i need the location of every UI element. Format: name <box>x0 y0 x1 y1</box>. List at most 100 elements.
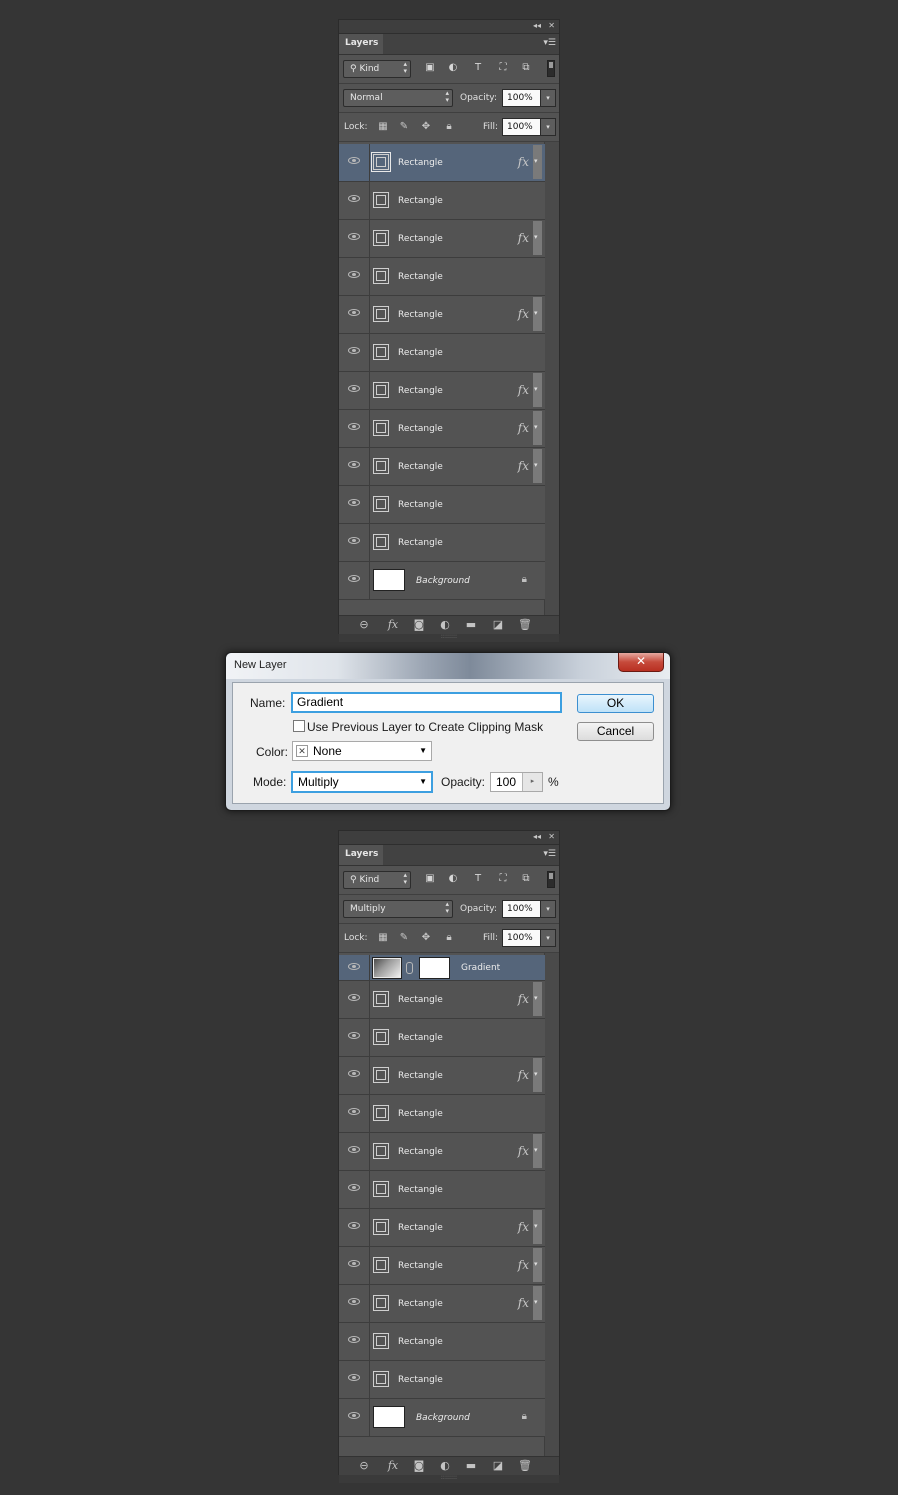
effects-expand-toggle[interactable] <box>533 1058 542 1092</box>
visibility-toggle[interactable] <box>339 1323 370 1360</box>
trash-icon[interactable]: 🗑︎ <box>517 1458 533 1474</box>
layer-name[interactable]: Rectangle <box>398 524 443 562</box>
layer-name[interactable]: Rectangle <box>398 410 443 448</box>
visibility-toggle[interactable] <box>339 562 370 599</box>
visibility-toggle[interactable] <box>339 1361 370 1398</box>
filter-toggle-switch[interactable] <box>547 871 555 888</box>
visibility-toggle[interactable] <box>339 1057 370 1094</box>
trash-icon[interactable]: 🗑︎ <box>517 617 533 633</box>
layer-mask-thumbnail[interactable] <box>419 957 450 979</box>
pixel-filter-icon[interactable]: ▣ <box>423 61 437 75</box>
lock-image-brush-icon[interactable]: ✎ <box>397 120 411 134</box>
visibility-toggle[interactable] <box>339 1399 370 1436</box>
layer-name[interactable]: Rectangle <box>398 1323 443 1361</box>
effects-expand-toggle[interactable] <box>533 145 542 179</box>
type-filter-icon[interactable]: T <box>471 872 485 886</box>
scrollbar[interactable] <box>544 142 559 615</box>
layer-row[interactable]: Rectangle <box>339 258 545 296</box>
smartobject-filter-icon[interactable]: ⧉ <box>519 872 533 886</box>
layer-name[interactable]: Rectangle <box>398 258 443 296</box>
resize-grip-icon[interactable]: :::::::: <box>339 1475 559 1483</box>
lock-position-move-icon[interactable]: ✥ <box>419 931 433 945</box>
shape-filter-icon[interactable]: ⛶ <box>496 61 510 75</box>
resize-grip-icon[interactable]: :::::::: <box>339 634 559 642</box>
new-group-folder-icon[interactable]: ▬ <box>463 1458 479 1474</box>
lock-transparent-icon[interactable]: ▦ <box>376 120 390 134</box>
visibility-toggle[interactable] <box>339 334 370 371</box>
visibility-toggle[interactable] <box>339 486 370 523</box>
filter-toggle-switch[interactable] <box>547 60 555 77</box>
layer-row[interactable]: Rectangle <box>339 524 545 562</box>
layer-row[interactable]: Rectangle <box>339 1095 545 1133</box>
close-icon[interactable]: ✕ <box>548 832 555 842</box>
opacity-input[interactable]: 100% <box>502 89 542 107</box>
fill-input[interactable]: 100% <box>502 929 542 947</box>
layer-row[interactable]: Rectangle fx <box>339 1209 545 1247</box>
panel-menu-icon[interactable]: ▾☰ <box>543 38 556 48</box>
layer-name[interactable]: Gradient <box>461 955 500 981</box>
effects-expand-toggle[interactable] <box>533 411 542 445</box>
layer-row[interactable]: Rectangle fx <box>339 1285 545 1323</box>
layer-name[interactable]: Rectangle <box>398 1171 443 1209</box>
visibility-toggle[interactable] <box>339 220 370 257</box>
visibility-toggle[interactable] <box>339 410 370 447</box>
opacity-dropdown-button[interactable]: ▾ <box>540 89 556 107</box>
visibility-toggle[interactable] <box>339 296 370 333</box>
layer-name[interactable]: Rectangle <box>398 1019 443 1057</box>
adjustment-layer-icon[interactable]: ◐ <box>437 1458 453 1474</box>
layer-row[interactable]: Rectangle fx <box>339 448 545 486</box>
blend-mode-dropdown[interactable]: Multiply ▴ ▾ <box>343 900 453 918</box>
visibility-toggle[interactable] <box>339 258 370 295</box>
layer-row[interactable]: Rectangle <box>339 1171 545 1209</box>
layer-name[interactable]: Rectangle <box>398 220 443 258</box>
layer-name[interactable]: Rectangle <box>398 182 443 220</box>
new-layer-icon[interactable]: ◪ <box>490 617 506 633</box>
visibility-toggle[interactable] <box>339 1095 370 1132</box>
visibility-toggle[interactable] <box>339 1019 370 1056</box>
filter-kind-dropdown[interactable]: ⚲ Kind ▴ ▾ <box>343 60 411 78</box>
layer-row[interactable]: Rectangle <box>339 1019 545 1057</box>
layer-row[interactable]: Rectangle fx <box>339 981 545 1019</box>
type-filter-icon[interactable]: T <box>471 61 485 75</box>
layer-name[interactable]: Rectangle <box>398 486 443 524</box>
collapse-icon[interactable]: ◂◂ <box>533 832 541 842</box>
opacity-field[interactable]: 100 ▸ <box>490 772 543 792</box>
scrollbar[interactable] <box>544 953 559 1456</box>
layer-name[interactable]: Rectangle <box>398 144 443 182</box>
effects-expand-toggle[interactable] <box>533 1248 542 1282</box>
effects-expand-toggle[interactable] <box>533 982 542 1016</box>
layer-row[interactable]: Rectangle fx <box>339 1133 545 1171</box>
layer-name[interactable]: Rectangle <box>398 1095 443 1133</box>
lock-all-padlock-icon[interactable]: 🔒︎ <box>442 120 456 134</box>
lock-position-move-icon[interactable]: ✥ <box>419 120 433 134</box>
layer-row[interactable]: Rectangle fx <box>339 1247 545 1285</box>
fx-icon[interactable]: fx <box>385 1458 401 1474</box>
fill-input[interactable]: 100% <box>502 118 542 136</box>
layer-name[interactable]: Rectangle <box>398 981 443 1019</box>
visibility-toggle[interactable] <box>339 955 370 980</box>
layer-name[interactable]: Rectangle <box>398 1285 443 1323</box>
new-group-folder-icon[interactable]: ▬ <box>463 617 479 633</box>
cancel-button[interactable]: Cancel <box>577 722 654 741</box>
blend-mode-dropdown[interactable]: Normal ▴ ▾ <box>343 89 453 107</box>
visibility-toggle[interactable] <box>339 524 370 561</box>
filter-kind-dropdown[interactable]: ⚲ Kind ▴ ▾ <box>343 871 411 889</box>
layer-row[interactable]: Rectangle <box>339 334 545 372</box>
adjustment-filter-icon[interactable]: ◐ <box>446 872 460 886</box>
visibility-toggle[interactable] <box>339 144 370 181</box>
layer-name[interactable]: Background <box>416 562 470 600</box>
pixel-filter-icon[interactable]: ▣ <box>423 872 437 886</box>
layer-name[interactable]: Rectangle <box>398 372 443 410</box>
name-field[interactable]: Gradient <box>291 692 562 713</box>
effects-expand-toggle[interactable] <box>533 297 542 331</box>
lock-all-padlock-icon[interactable]: 🔒︎ <box>442 931 456 945</box>
visibility-toggle[interactable] <box>339 182 370 219</box>
smartobject-filter-icon[interactable]: ⧉ <box>519 61 533 75</box>
layer-gradient[interactable]: Gradient <box>339 955 545 981</box>
layer-row[interactable]: Rectangle fx <box>339 220 545 258</box>
layer-row[interactable]: Rectangle fx <box>339 410 545 448</box>
adjustment-layer-icon[interactable]: ◐ <box>437 617 453 633</box>
close-button[interactable]: ✕ <box>618 653 664 672</box>
layer-name[interactable]: Rectangle <box>398 1209 443 1247</box>
link-layers-icon[interactable]: ⊖ <box>356 1458 372 1474</box>
